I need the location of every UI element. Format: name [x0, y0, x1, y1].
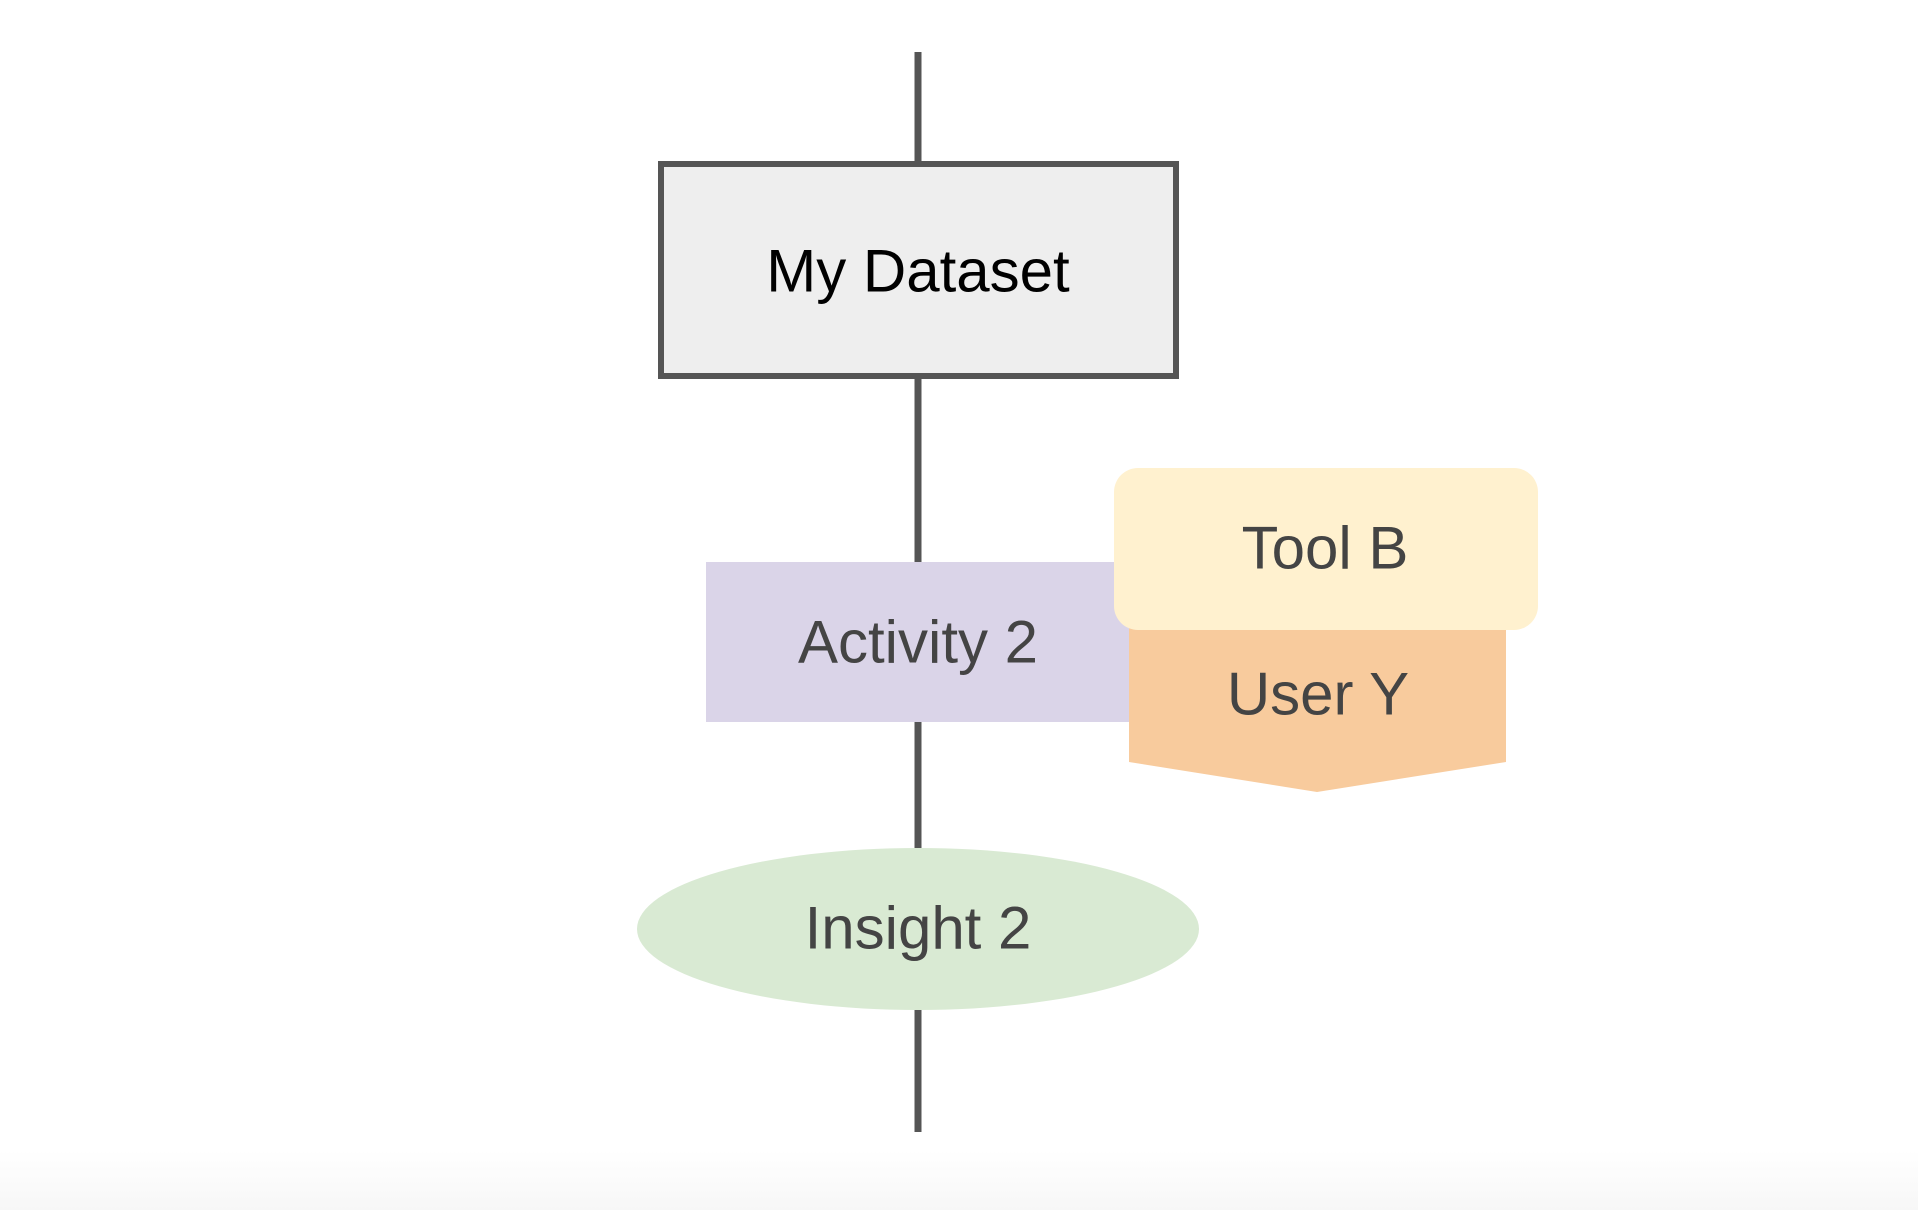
insight-label: Insight 2 [805, 895, 1032, 962]
user-label: User Y [1227, 661, 1409, 728]
provenance-diagram: My Dataset Activity 2 User Y Tool B Insi… [637, 52, 1538, 1132]
tool-label: Tool B [1242, 515, 1409, 582]
insight-node[interactable]: Insight 2 [637, 848, 1199, 1010]
activity-node[interactable]: Activity 2 [706, 562, 1130, 722]
dataset-node[interactable]: My Dataset [658, 161, 1179, 379]
user-node[interactable]: User Y [1129, 618, 1506, 792]
dataset-label: My Dataset [766, 238, 1070, 305]
activity-label: Activity 2 [798, 609, 1038, 676]
tool-node[interactable]: Tool B [1114, 468, 1538, 630]
